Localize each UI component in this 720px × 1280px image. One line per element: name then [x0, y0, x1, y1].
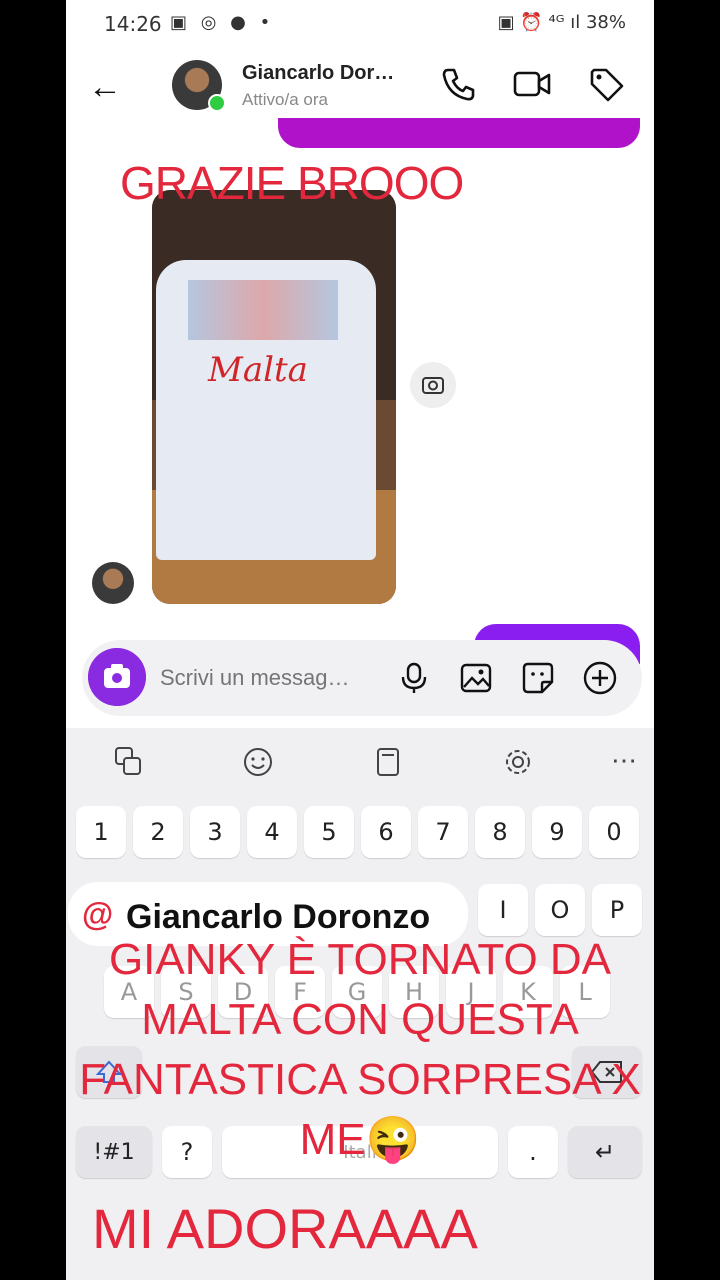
mention-at-symbol: @: [82, 896, 114, 932]
key-5[interactable]: 5: [304, 806, 354, 858]
overlay-line-3: FANTASTICA SORPRESA X: [79, 1055, 641, 1104]
notification-icons: ▣ ◎ ● •: [170, 12, 275, 33]
overlay-caption-bottom: MI ADORAAAA: [92, 1197, 478, 1260]
gallery-icon[interactable]: [458, 660, 494, 696]
tshirt-print: [188, 280, 338, 340]
camera-reply-icon[interactable]: [410, 362, 456, 408]
camera-icon[interactable]: [88, 648, 146, 706]
key-4[interactable]: 4: [247, 806, 297, 858]
key-o[interactable]: O: [535, 884, 585, 936]
video-call-icon[interactable]: [512, 64, 552, 104]
key-i[interactable]: I: [478, 884, 528, 936]
key-3[interactable]: 3: [190, 806, 240, 858]
more-options-icon[interactable]: ⋯: [604, 742, 644, 782]
key-2[interactable]: 2: [133, 806, 183, 858]
sender-avatar[interactable]: [92, 562, 134, 604]
message-composer: [82, 640, 642, 716]
status-time: 14:26: [104, 12, 162, 36]
back-arrow-icon[interactable]: ←: [88, 68, 122, 107]
overlay-caption-top: GRAZIE BROOO: [120, 157, 464, 209]
key-0[interactable]: 0: [589, 806, 639, 858]
microphone-icon[interactable]: [396, 660, 432, 696]
key-p[interactable]: P: [592, 884, 642, 936]
emoji-icon[interactable]: [238, 742, 278, 782]
clipboard-icon[interactable]: [368, 742, 408, 782]
key-8[interactable]: 8: [475, 806, 525, 858]
contact-status: Attivo/a ora: [242, 90, 328, 109]
overlay-line-1: GIANKY È TORNATO DA: [108, 935, 612, 984]
key-1[interactable]: 1: [76, 806, 126, 858]
status-bar: 14:26 ▣ ◎ ● • ▣ ⏰ ⁴ᴳ ıl 38%: [66, 0, 654, 44]
message-input[interactable]: [158, 664, 382, 692]
battery-level: 38%: [585, 12, 626, 33]
tshirt-print-text: Malta: [208, 350, 308, 390]
overlay-line-4: ME😜: [299, 1115, 421, 1164]
contact-name[interactable]: Giancarlo Dor…: [242, 62, 394, 85]
overlay-caption-main: GIANKY È TORNATO DA MALTA CON QUESTA FAN…: [66, 930, 654, 1170]
overlay-line-2: MALTA CON QUESTA: [141, 995, 579, 1044]
sticker-icon[interactable]: [520, 660, 556, 696]
status-right: ▣ ⏰ ⁴ᴳ ıl 38%: [498, 12, 626, 33]
sent-message-bubble[interactable]: [278, 118, 640, 148]
photo-message[interactable]: Malta: [152, 190, 396, 604]
key-6[interactable]: 6: [361, 806, 411, 858]
tag-icon[interactable]: [586, 64, 626, 104]
add-icon[interactable]: [582, 660, 618, 696]
online-indicator: [208, 94, 226, 112]
key-7[interactable]: 7: [418, 806, 468, 858]
phone-call-icon[interactable]: [438, 64, 478, 104]
system-icons: ▣ ⏰ ⁴ᴳ ıl: [497, 12, 581, 33]
settings-gear-icon[interactable]: [498, 742, 538, 782]
translate-icon[interactable]: [108, 742, 148, 782]
key-9[interactable]: 9: [532, 806, 582, 858]
